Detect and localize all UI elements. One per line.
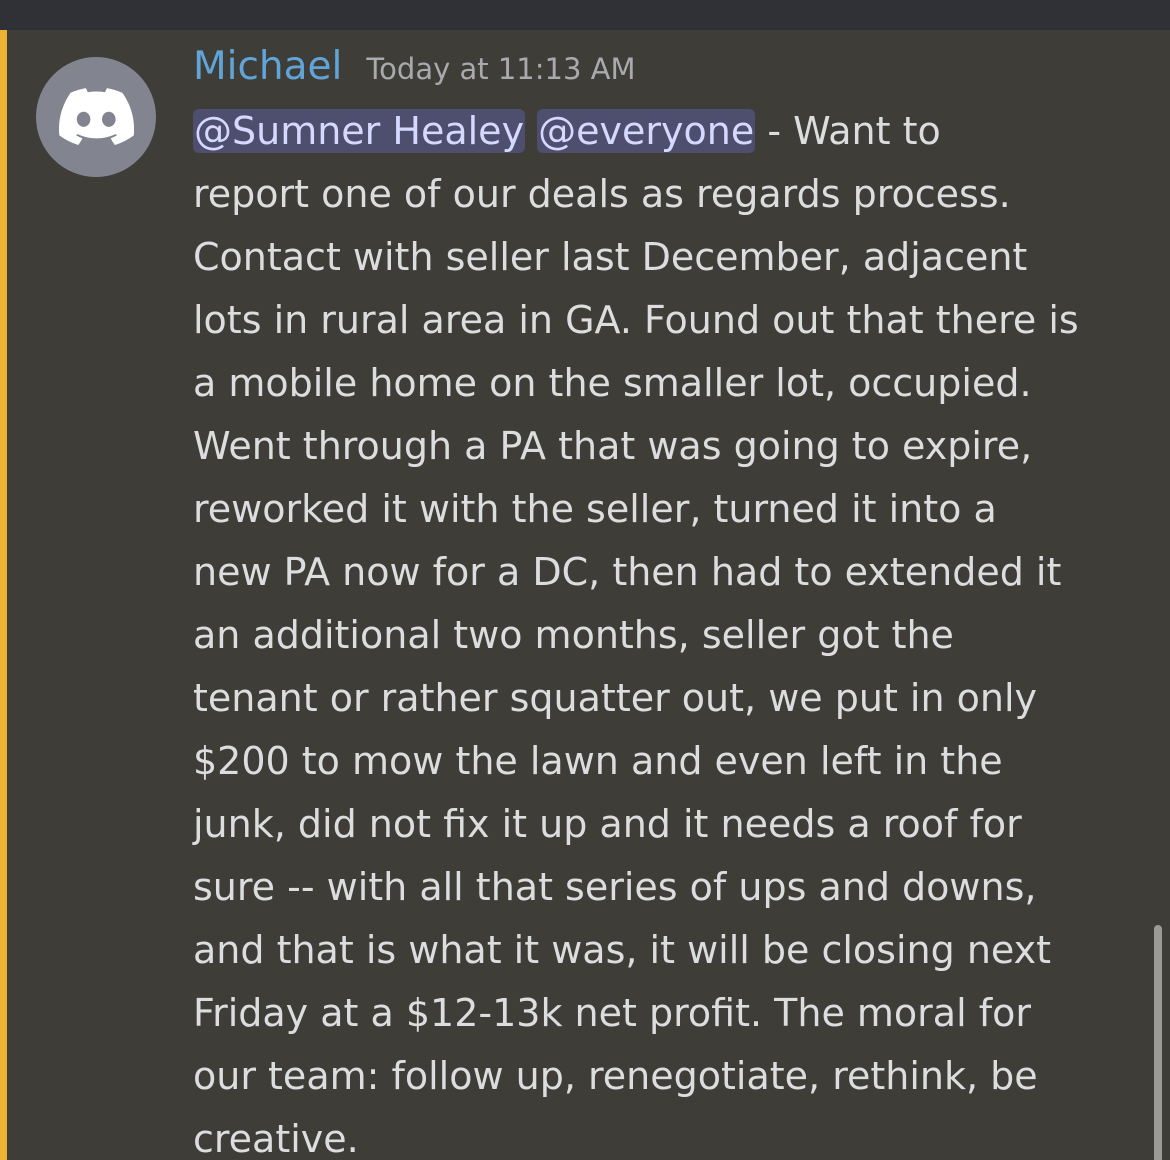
scrollbar-thumb[interactable]	[1154, 925, 1162, 1160]
message-line: and that is what it was, it will be clos…	[193, 928, 1052, 972]
message-line: creative.	[193, 1117, 359, 1160]
author-name[interactable]: Michael	[193, 44, 342, 89]
message-line: Friday at a $12-13k net profit. The mora…	[193, 991, 1031, 1035]
message-list: Michael Today at 11:13 AM @Sumner Healey…	[0, 30, 1170, 1160]
message-line: Went through a PA that was going to expi…	[193, 424, 1033, 468]
avatar[interactable]	[36, 57, 156, 177]
message-line: sure -- with all that series of ups and …	[193, 865, 1037, 909]
message-line: our team: follow up, renegotiate, rethin…	[193, 1054, 1038, 1098]
discord-logo-icon	[59, 88, 134, 145]
mention-highlight-bar	[0, 30, 7, 1160]
message-line: reworked it with the seller, turned it i…	[193, 487, 997, 531]
mention-sumner-healey[interactable]: @Sumner Healey	[193, 109, 526, 153]
message-line: a mobile home on the smaller lot, occupi…	[193, 361, 1032, 405]
message-content: @Sumner Healey @everyone - Want to repor…	[193, 100, 1153, 1160]
top-bar	[0, 0, 1170, 30]
message-line: lots in rural area in GA. Found out that…	[193, 298, 1079, 342]
message-text: - Want to	[755, 109, 941, 153]
scrollbar[interactable]	[1154, 30, 1162, 1160]
message-line: new PA now for a DC, then had to extende…	[193, 550, 1062, 594]
message-timestamp[interactable]: Today at 11:13 AM	[366, 52, 635, 86]
message-line: @Sumner Healey @everyone - Want to	[193, 100, 1153, 163]
mention-everyone[interactable]: @everyone	[537, 109, 756, 153]
message-header: Michael Today at 11:13 AM	[193, 44, 635, 89]
message-line: tenant or rather squatter out, we put in…	[193, 676, 1038, 720]
message-line: Contact with seller last December, adjac…	[193, 235, 1028, 279]
message-line: report one of our deals as regards proce…	[193, 172, 1011, 216]
message-line: junk, did not fix it up and it needs a r…	[193, 802, 1022, 846]
message-line: an additional two months, seller got the	[193, 613, 954, 657]
message-line: $200 to mow the lawn and even left in th…	[193, 739, 1003, 783]
